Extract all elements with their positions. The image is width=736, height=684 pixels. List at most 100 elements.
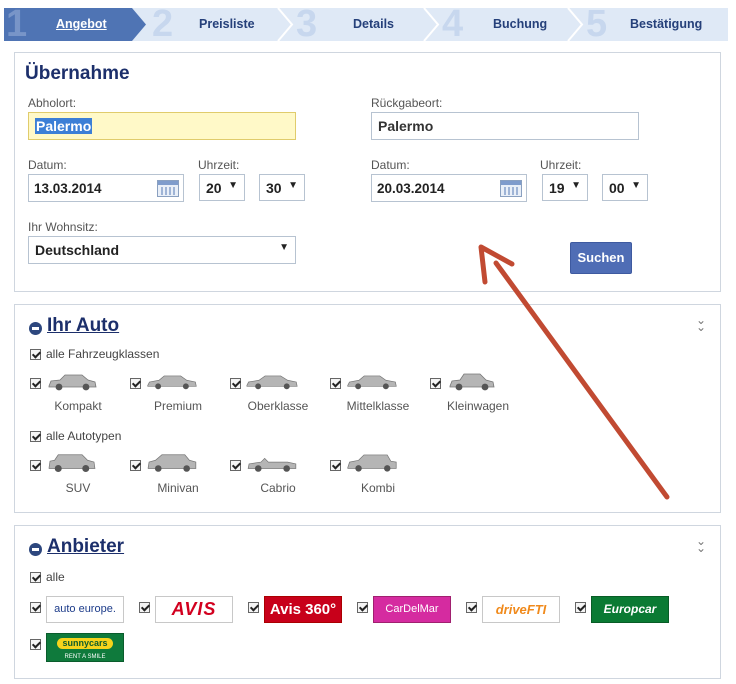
logo-europcar[interactable]: Europcar xyxy=(591,596,669,623)
dropdown-arrow-icon: ▼ xyxy=(288,180,298,191)
pickup-hour-value: 20 xyxy=(206,180,222,196)
logo-cardelmar[interactable]: CarDelMar xyxy=(373,596,451,623)
step-buchung[interactable]: 4 Buchung xyxy=(440,3,580,45)
pickup-date-input[interactable]: 13.03.2014 xyxy=(28,174,184,202)
dropdown-arrow-icon: ▼ xyxy=(631,180,641,191)
return-hour-value: 19 xyxy=(549,180,565,196)
class-name: Premium xyxy=(153,399,202,413)
pickup-title: Übernahme xyxy=(25,63,130,84)
return-location-input[interactable]: Palermo xyxy=(371,112,639,140)
class-checkbox[interactable] xyxy=(330,378,341,389)
step-label: Angebot xyxy=(56,17,107,31)
vendor-checkbox[interactable] xyxy=(575,602,586,613)
car-minivan-icon xyxy=(147,454,197,472)
vendor-checkbox[interactable] xyxy=(30,639,41,650)
car-section-title[interactable]: Ihr Auto xyxy=(47,315,119,337)
step-angebot[interactable]: 1 Angebot xyxy=(4,3,132,45)
logo-avis[interactable]: AVIS xyxy=(155,596,233,623)
step-number: 5 xyxy=(586,3,608,45)
pickup-minute-value: 30 xyxy=(266,180,282,196)
logo-drivefti[interactable]: driveFTI xyxy=(482,596,560,623)
logo-avis360[interactable]: Avis 360° xyxy=(264,596,342,623)
vendor-section-title[interactable]: Anbieter xyxy=(47,536,124,558)
type-checkbox[interactable] xyxy=(330,460,341,471)
car-panel: Ihr Auto ⌄ ⌄ alle Fahrzeugklassen Kompakt… xyxy=(14,304,721,513)
step-label: Bestätigung xyxy=(630,17,703,31)
calendar-icon[interactable] xyxy=(500,180,522,197)
pickup-date-label: Datum: xyxy=(28,158,67,172)
all-classes-checkbox[interactable] xyxy=(30,349,41,360)
car-luxury-icon xyxy=(246,375,298,390)
dropdown-arrow-icon: ▼ xyxy=(279,242,289,253)
double-chevron-icon[interactable]: ⌄ ⌄ xyxy=(696,535,706,554)
pickup-date-value: 13.03.2014 xyxy=(34,181,102,196)
vendor-name: sunnycars xyxy=(57,638,113,649)
vendor-tagline: RENT A SMILE xyxy=(64,654,106,660)
double-chevron-icon[interactable]: ⌄ ⌄ xyxy=(696,314,706,333)
dropdown-arrow-icon: ▼ xyxy=(228,180,238,191)
calendar-icon[interactable] xyxy=(157,180,179,197)
return-location-label: Rückgabeort: xyxy=(371,96,443,110)
step-preisliste[interactable]: 2 Preisliste xyxy=(150,3,280,45)
vendor-checkbox[interactable] xyxy=(357,602,368,613)
search-button[interactable]: Suchen xyxy=(570,242,632,274)
vendor-checkbox[interactable] xyxy=(466,602,477,613)
vendor-checkbox[interactable] xyxy=(139,602,150,613)
vendor-name: AVIS xyxy=(171,599,217,619)
all-types-checkbox[interactable] xyxy=(30,431,41,442)
class-checkbox[interactable] xyxy=(430,378,441,389)
return-minute-select[interactable]: 00 ▼ xyxy=(602,174,648,201)
logo-sunnycars[interactable]: sunnycars RENT A SMILE xyxy=(46,633,124,662)
step-number: 1 xyxy=(6,3,28,45)
pickup-time-label: Uhrzeit: xyxy=(198,158,240,172)
vendor-name: auto europe. xyxy=(54,603,116,615)
dropdown-arrow-icon: ▼ xyxy=(571,180,581,191)
residence-label: Ihr Wohnsitz: xyxy=(28,220,98,234)
step-label: Details xyxy=(353,17,394,31)
step-details[interactable]: 3 Details xyxy=(294,3,424,45)
type-checkbox[interactable] xyxy=(230,460,241,471)
progress-steps: 1 Angebot 2 Preisliste 3 Details 4 Buchu… xyxy=(4,3,728,45)
return-minute-value: 00 xyxy=(609,180,625,196)
car-small-icon xyxy=(449,373,495,391)
vendor-panel: Anbieter ⌄ ⌄ alle auto europe. AVIS Avis … xyxy=(14,525,721,679)
step-number: 4 xyxy=(442,3,464,45)
collapse-icon[interactable] xyxy=(29,543,42,556)
car-compact-icon xyxy=(48,374,97,391)
vendor-checkbox[interactable] xyxy=(30,602,41,613)
pickup-location-value: Palermo xyxy=(35,118,93,134)
class-checkbox[interactable] xyxy=(30,378,41,389)
return-hour-select[interactable]: 19 ▼ xyxy=(542,174,588,201)
step-number: 3 xyxy=(296,3,318,45)
pickup-hour-select[interactable]: 20 ▼ xyxy=(199,174,245,201)
class-name: Oberklasse xyxy=(247,399,309,413)
residence-value: Deutschland xyxy=(35,242,120,258)
step-label: Buchung xyxy=(493,17,548,31)
vendor-name: driveFTI xyxy=(495,602,547,617)
return-time-label: Uhrzeit: xyxy=(540,158,582,172)
type-name: Kombi xyxy=(360,481,395,495)
vendor-checkbox[interactable] xyxy=(248,602,259,613)
car-cabrio-icon xyxy=(247,457,297,472)
class-checkbox[interactable] xyxy=(230,378,241,389)
all-vendors-checkbox[interactable] xyxy=(30,572,41,583)
collapse-icon[interactable] xyxy=(29,322,42,335)
car-midsize-icon xyxy=(347,375,397,390)
pickup-location-input[interactable]: Palermo xyxy=(28,112,296,140)
class-name: Kompakt xyxy=(54,399,102,413)
type-checkbox[interactable] xyxy=(30,460,41,471)
all-types-label: alle Autotypen xyxy=(46,429,122,443)
step-bestaetigung[interactable]: 5 Bestätigung xyxy=(584,3,728,45)
type-name: Cabrio xyxy=(260,481,296,495)
logo-autoeurope[interactable]: auto europe. xyxy=(46,596,124,623)
residence-select[interactable]: Deutschland ▼ xyxy=(28,236,296,264)
type-checkbox[interactable] xyxy=(130,460,141,471)
vendor-name: CarDelMar xyxy=(385,603,439,615)
car-estate-icon xyxy=(347,454,397,472)
return-date-input[interactable]: 20.03.2014 xyxy=(371,174,527,202)
car-premium-icon xyxy=(147,375,197,390)
class-checkbox[interactable] xyxy=(130,378,141,389)
vendor-name: Europcar xyxy=(603,602,657,616)
pickup-minute-select[interactable]: 30 ▼ xyxy=(259,174,305,201)
return-date-value: 20.03.2014 xyxy=(377,181,445,196)
